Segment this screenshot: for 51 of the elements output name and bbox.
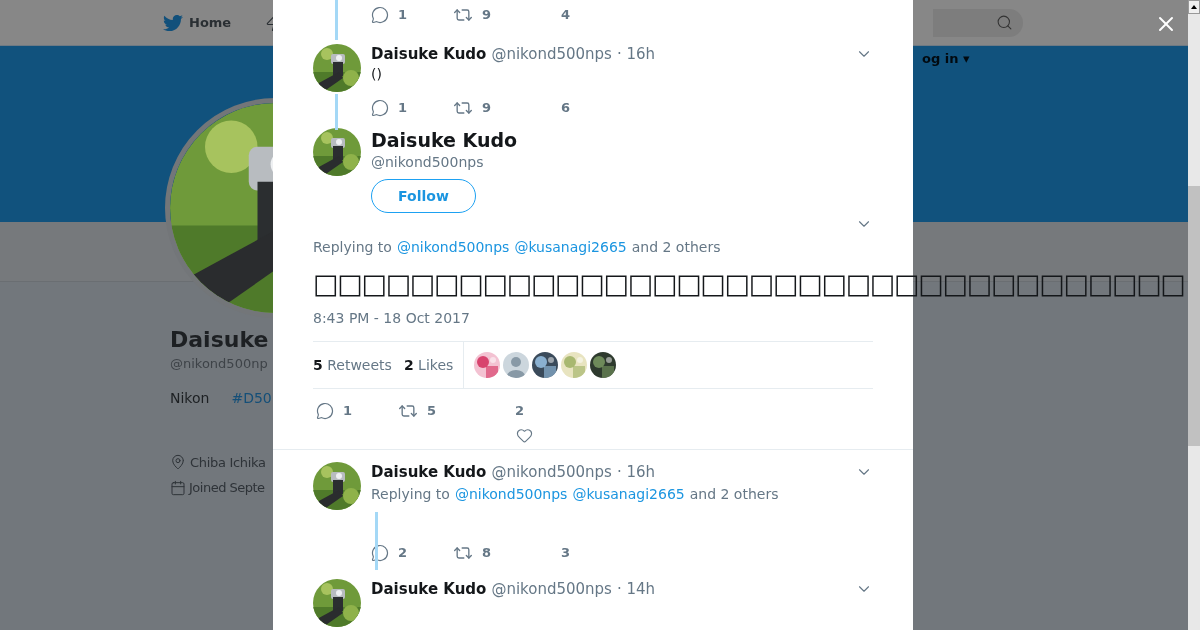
like-count: 2: [514, 402, 524, 420]
author-handle[interactable]: @nikond500nps: [491, 44, 612, 64]
retweet-count: 9: [482, 99, 492, 118]
mention-link[interactable]: @nikond500nps: [396, 237, 510, 258]
mention-link[interactable]: @kusanagi2665: [514, 237, 627, 258]
home-link[interactable]: Home: [189, 12, 232, 33]
retweet-count: 8: [482, 544, 492, 563]
reply-icon[interactable]: [316, 401, 334, 420]
like-count: 4: [561, 6, 571, 24]
mention-link[interactable]: @nikond500nps: [454, 484, 568, 505]
tweet-time[interactable]: · 14h: [616, 579, 656, 599]
tweet-time[interactable]: · 16h: [616, 462, 656, 482]
profile-location: Chiba Ichika: [190, 453, 266, 472]
tweet-time[interactable]: · 16h: [616, 44, 656, 64]
profile-name: Daisuke: [170, 326, 270, 354]
tweet-text: (): [371, 65, 383, 84]
author-name[interactable]: Daisuke Kudo: [371, 579, 487, 599]
location-icon: [170, 454, 186, 471]
mention-link[interactable]: @kusanagi2665: [572, 484, 685, 505]
reply-icon[interactable]: [371, 5, 389, 24]
like-count: 3: [561, 544, 571, 562]
reply-icon[interactable]: [371, 543, 389, 562]
retweet-stat[interactable]: 5 Retweets: [313, 354, 392, 376]
like-count: 6: [561, 99, 571, 117]
replying-others: and 2 others: [689, 485, 779, 504]
profile-bio: Nikon: [170, 388, 210, 408]
search-field[interactable]: [933, 8, 1024, 37]
calendar-icon: [170, 479, 186, 496]
retweet-count: 9: [482, 6, 492, 25]
heart-icon[interactable]: [516, 426, 533, 444]
retweet-count: 5: [427, 402, 437, 421]
author-name[interactable]: Daisuke Kudo: [371, 128, 873, 152]
bird-icon[interactable]: [163, 12, 183, 33]
reply-count: 2: [398, 544, 408, 562]
up-arrow-icon[interactable]: [1191, 5, 1197, 9]
search-icon[interactable]: [996, 14, 1014, 31]
reply-count: 1: [343, 402, 353, 420]
profile-joined: Joined Septe: [189, 479, 265, 497]
author-handle[interactable]: @nikond500nps: [491, 579, 612, 599]
replying-label: Replying to: [371, 485, 450, 504]
reply-count: 1: [398, 6, 408, 24]
tweet-timestamp: 8:43 PM - 18 Oct 2017: [313, 309, 471, 328]
author-name[interactable]: Daisuke Kudo: [371, 44, 487, 64]
login-link[interactable]: og in ▾: [922, 51, 970, 66]
author-handle[interactable]: @nikond500nps: [371, 152, 873, 173]
author-handle[interactable]: @nikond500nps: [491, 462, 612, 482]
replying-others: and 2 others: [631, 238, 721, 257]
like-stat[interactable]: 2 Likes: [403, 354, 454, 376]
reply-count: 1: [398, 99, 408, 117]
scrollbar[interactable]: [1188, 0, 1200, 630]
author-name[interactable]: Daisuke Kudo: [371, 462, 487, 482]
